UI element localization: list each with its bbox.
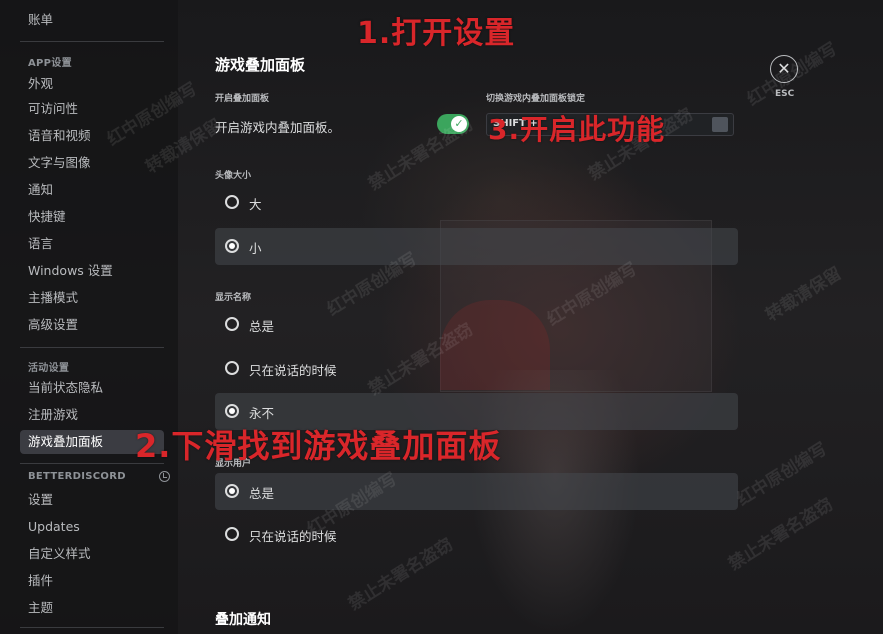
sidebar-header-app-settings: APP设置: [28, 58, 72, 69]
overlay-notifications-title: 叠加通知: [215, 612, 271, 628]
radio-users-speaking[interactable]: 只在说话的时候: [215, 516, 738, 553]
sidebar-item-billing[interactable]: 账单: [20, 8, 164, 32]
overlay-lock-label: 切换游戏内叠加面板锁定: [486, 94, 586, 104]
settings-sidebar: 账单 APP设置 外观 可访问性 语音和视频 文字与图像 通知 快捷键 语言 W…: [0, 0, 178, 634]
enable-overlay-text: 开启游戏内叠加面板。: [215, 120, 341, 135]
radio-checked-icon: [225, 404, 239, 418]
sidebar-item-advanced[interactable]: 高级设置: [20, 313, 164, 337]
annotation-step-1: 1.打开设置: [357, 16, 516, 51]
page-title: 游戏叠加面板: [215, 56, 306, 74]
divider: [20, 41, 164, 42]
esc-label: ESC: [775, 89, 795, 99]
sidebar-header-betterdiscord: BETTERDISCORD: [28, 471, 126, 482]
radio-checked-icon: [225, 239, 239, 253]
sidebar-item-voice-video[interactable]: 语音和视频: [20, 124, 164, 148]
radio-avatar-small[interactable]: 小: [215, 228, 738, 265]
sidebar-item-text-images[interactable]: 文字与图像: [20, 151, 164, 175]
sidebar-item-accessibility[interactable]: 可访问性: [20, 97, 164, 121]
sidebar-item-appearance[interactable]: 外观: [20, 72, 164, 96]
sidebar-header-activity-settings: 活动设置: [28, 363, 70, 374]
radio-users-always[interactable]: 总是: [215, 473, 738, 510]
history-icon[interactable]: [159, 471, 170, 482]
check-icon: ✓: [451, 116, 467, 132]
sidebar-item-windows[interactable]: Windows 设置: [20, 259, 164, 283]
sidebar-item-bd-settings[interactable]: 设置: [20, 488, 164, 512]
radio-names-speaking[interactable]: 只在说话的时候: [215, 350, 738, 387]
sidebar-item-updates[interactable]: Updates: [20, 515, 164, 539]
radio-label: 总是: [249, 486, 275, 501]
avatar-size-label: 头像大小: [215, 171, 252, 181]
radio-icon: [225, 317, 239, 331]
radio-checked-icon: [225, 484, 239, 498]
annotation-step-2: 2.下滑找到游戏叠加面板: [135, 427, 502, 465]
divider: [20, 347, 164, 348]
radio-icon: [225, 361, 239, 375]
sidebar-item-activity-privacy[interactable]: 当前状态隐私: [20, 376, 164, 400]
sidebar-item-themes[interactable]: 主题: [20, 596, 164, 620]
sidebar-item-keybinds[interactable]: 快捷键: [20, 205, 164, 229]
radio-icon: [225, 527, 239, 541]
sidebar-item-plugins[interactable]: 插件: [20, 569, 164, 593]
annotation-step-3: 3.开启此功能: [488, 113, 666, 146]
display-names-label: 显示名称: [215, 293, 252, 303]
radio-avatar-large[interactable]: 大: [215, 184, 738, 221]
sidebar-item-language[interactable]: 语言: [20, 232, 164, 256]
divider: [20, 627, 164, 628]
radio-label: 只在说话的时候: [249, 363, 337, 378]
close-button[interactable]: ✕: [770, 55, 798, 83]
sidebar-item-custom-css[interactable]: 自定义样式: [20, 542, 164, 566]
sidebar-item-streamer-mode[interactable]: 主播模式: [20, 286, 164, 310]
radio-icon: [225, 195, 239, 209]
radio-label: 永不: [249, 406, 275, 421]
enable-overlay-toggle[interactable]: ✓: [437, 114, 469, 134]
radio-label: 总是: [249, 319, 275, 334]
radio-label: 只在说话的时候: [249, 529, 337, 544]
radio-label: 小: [249, 241, 262, 256]
sidebar-item-notifications[interactable]: 通知: [20, 178, 164, 202]
keyboard-icon[interactable]: [712, 117, 728, 132]
radio-names-always[interactable]: 总是: [215, 306, 738, 343]
enable-overlay-label: 开启叠加面板: [215, 94, 270, 104]
close-icon: ✕: [777, 59, 791, 78]
radio-label: 大: [249, 197, 262, 212]
